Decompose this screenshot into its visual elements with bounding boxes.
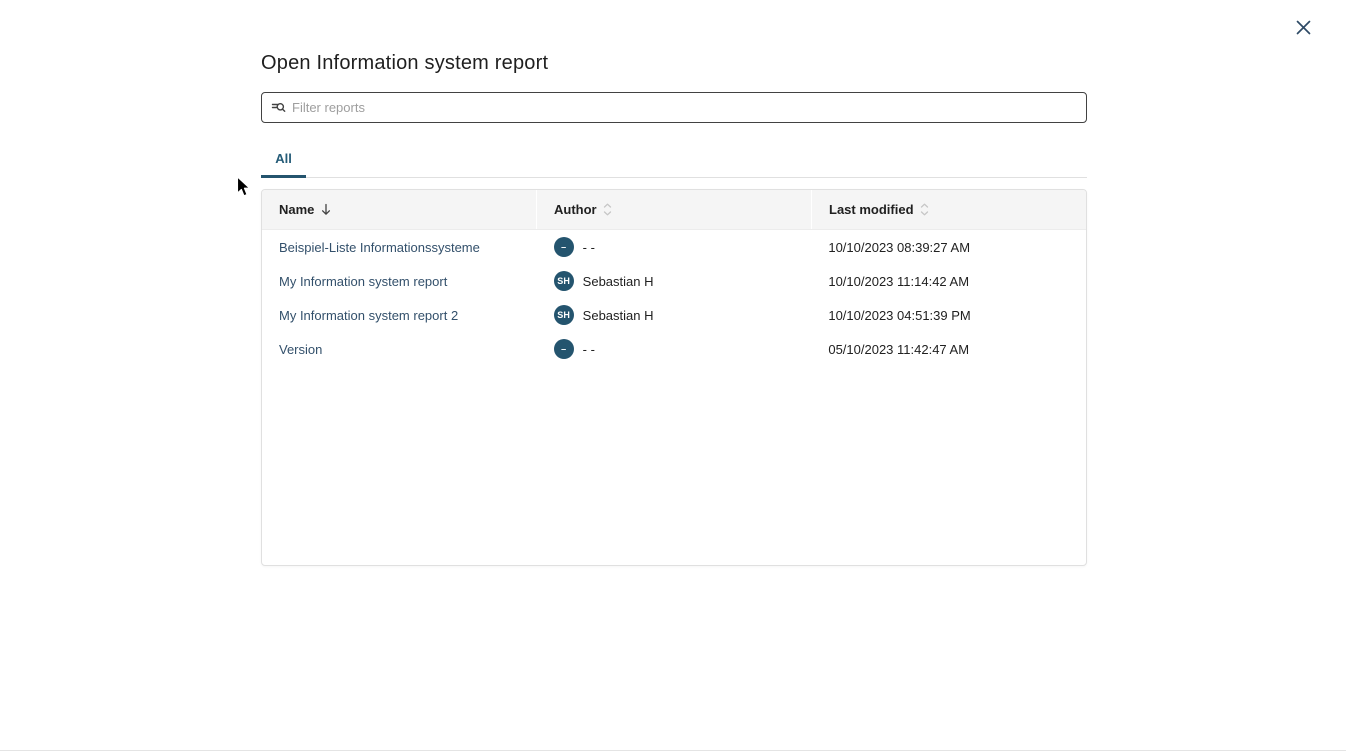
tab-all[interactable]: All bbox=[261, 151, 306, 177]
tab-bar: All bbox=[261, 151, 1087, 178]
column-header[interactable]: Last modified bbox=[811, 190, 1086, 229]
name-cell: My Information system report 2 bbox=[262, 298, 537, 332]
sort-unsorted-icon bbox=[603, 203, 612, 216]
last-modified-cell: 10/10/2023 11:14:42 AM bbox=[811, 264, 1086, 298]
table-row[interactable]: My Information system report 2 SH Sebast… bbox=[262, 298, 1086, 332]
table-header-row: Name Author Last modified bbox=[262, 190, 1086, 230]
report-name-link[interactable]: My Information system report bbox=[279, 274, 447, 289]
name-cell: Version bbox=[262, 332, 537, 366]
author-cell: SH Sebastian H bbox=[537, 298, 812, 332]
last-modified-cell: 05/10/2023 11:42:47 AM bbox=[811, 332, 1086, 366]
mouse-cursor bbox=[236, 176, 253, 203]
name-cell: My Information system report bbox=[262, 264, 537, 298]
table-row[interactable]: Beispiel-Liste Informationssysteme – - -… bbox=[262, 230, 1086, 264]
dialog-title: Open Information system report bbox=[261, 52, 1087, 75]
filter-reports-input[interactable] bbox=[292, 93, 1077, 122]
close-button[interactable] bbox=[1290, 14, 1316, 40]
last-modified-cell: 10/10/2023 08:39:27 AM bbox=[811, 230, 1086, 264]
author-cell: SH Sebastian H bbox=[537, 264, 812, 298]
column-header[interactable]: Name bbox=[262, 190, 536, 229]
filter-reports-field[interactable] bbox=[261, 92, 1087, 123]
sort-descending-icon bbox=[320, 203, 332, 216]
last-modified-cell: 10/10/2023 04:51:39 PM bbox=[811, 298, 1086, 332]
close-icon bbox=[1295, 19, 1312, 36]
column-label: Last modified bbox=[829, 202, 914, 217]
table-body: Beispiel-Liste Informationssysteme – - -… bbox=[262, 230, 1086, 366]
report-name-link[interactable]: Beispiel-Liste Informationssysteme bbox=[279, 240, 480, 255]
author-avatar: SH bbox=[554, 305, 574, 325]
table-row[interactable]: Version – - - 05/10/2023 11:42:47 AM bbox=[262, 332, 1086, 366]
sort-unsorted-icon bbox=[920, 203, 929, 216]
column-label: Name bbox=[279, 202, 314, 217]
author-cell: – - - bbox=[537, 332, 812, 366]
report-name-link[interactable]: My Information system report 2 bbox=[279, 308, 458, 323]
open-report-dialog: Open Information system report All Name bbox=[0, 0, 1346, 756]
table-row[interactable]: My Information system report SH Sebastia… bbox=[262, 264, 1086, 298]
report-name-link[interactable]: Version bbox=[279, 342, 322, 357]
author-name: Sebastian H bbox=[583, 274, 654, 289]
author-cell: – - - bbox=[537, 230, 812, 264]
dialog-content: Open Information system report All Name bbox=[261, 52, 1087, 566]
author-avatar: – bbox=[554, 237, 574, 257]
column-header[interactable]: Author bbox=[536, 190, 811, 229]
name-cell: Beispiel-Liste Informationssysteme bbox=[262, 230, 537, 264]
page-edge-divider bbox=[0, 750, 1346, 751]
author-avatar: SH bbox=[554, 271, 574, 291]
author-name: - - bbox=[583, 240, 595, 255]
reports-table: Name Author Last modified bbox=[261, 189, 1087, 566]
author-name: - - bbox=[583, 342, 595, 357]
author-avatar: – bbox=[554, 339, 574, 359]
filter-search-icon bbox=[271, 100, 286, 115]
column-label: Author bbox=[554, 202, 597, 217]
author-name: Sebastian H bbox=[583, 308, 654, 323]
